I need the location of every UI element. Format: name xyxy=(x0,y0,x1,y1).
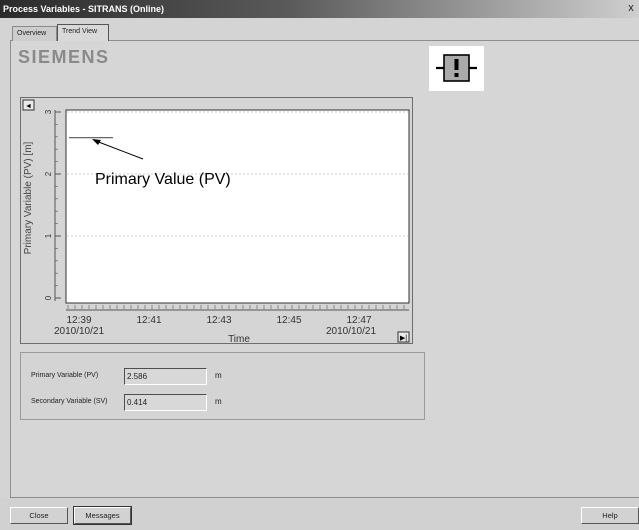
trend-chart-svg: ◄ 0123 12:392010/10/2112:41 12:43 12:45 12:… xyxy=(22,99,410,345)
pv-label: Primary Variable (PV) xyxy=(31,372,99,379)
y-axis: 0 1 2 3 xyxy=(44,109,61,301)
plot-area xyxy=(65,109,410,304)
x-tick-label: 12:41 xyxy=(136,315,161,326)
siemens-logo: SIEMENS xyxy=(18,47,110,67)
trend-chart: ◄ 0123 12:39 2010/10/21 12:41 12:43 12:45 12:… xyxy=(20,97,413,345)
y-tick-label: 3 xyxy=(44,109,53,114)
annotation-label: Primary Value (PV) xyxy=(95,171,231,188)
chart-scroll-right-icon: ▶| xyxy=(400,335,407,342)
y-tick-label: 1 xyxy=(44,233,53,238)
tab-overview[interactable]: Overview xyxy=(12,26,57,41)
close-button[interactable]: Close xyxy=(10,507,68,524)
x-axis: 12:392010/10/2112:41 12:43 12:45 12:472010/… xyxy=(54,305,409,337)
process-values-group: Primary Variable (PV) 2.586 m Secondary … xyxy=(20,352,425,420)
button-bar: Close Messages Help xyxy=(0,498,639,530)
chart-scroll-left-icon: ◄ xyxy=(25,103,32,110)
x-tick-label: 12:45 xyxy=(276,315,301,326)
window-titlebar: Process Variables - SITRANS (Online) x xyxy=(0,0,639,18)
alarm-status-panel xyxy=(429,46,484,91)
y-tick-label: 2 xyxy=(44,171,53,176)
tab-trend-view[interactable]: Trend View xyxy=(57,24,109,41)
x-tick-label: 12:39 xyxy=(66,315,91,326)
help-button[interactable]: Help xyxy=(581,507,639,524)
x-tick-date: 2010/10/21 xyxy=(54,326,104,337)
y-axis-label: Primary Variable (PV) [m] xyxy=(23,141,34,254)
maintenance-alarm-icon xyxy=(436,54,477,82)
sv-unit: m xyxy=(215,397,222,406)
window-close-icon[interactable]: x xyxy=(625,0,637,18)
messages-button[interactable]: Messages xyxy=(73,506,132,525)
x-tick-label: 12:47 xyxy=(346,315,371,326)
window-title: Process Variables - SITRANS (Online) xyxy=(3,4,165,14)
y-tick-label: 0 xyxy=(44,295,53,300)
sv-label: Secondary Variable (SV) xyxy=(31,398,108,405)
x-axis-label: Time xyxy=(228,334,250,345)
pv-unit: m xyxy=(215,371,222,380)
x-tick-date: 2010/10/21 xyxy=(326,326,376,337)
x-tick-label: 12:43 xyxy=(206,315,231,326)
sv-value-field: 0.414 xyxy=(124,394,207,411)
pv-value-field: 2.586 xyxy=(124,368,207,385)
